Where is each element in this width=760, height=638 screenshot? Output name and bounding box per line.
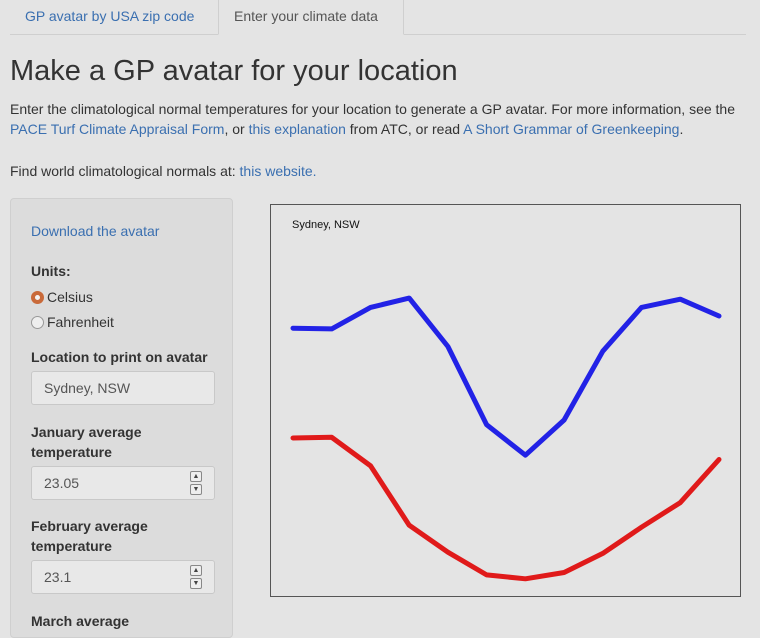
- world-normals-text: Find world climatological normals at:: [10, 163, 240, 179]
- january-stepper[interactable]: ▲ ▼: [190, 471, 202, 495]
- intro-paragraph: Enter the climatological normal temperat…: [10, 99, 750, 139]
- lower-series-line: [290, 434, 722, 582]
- avatar-plot: Sydney, NSW: [270, 204, 741, 597]
- january-temperature-value: 23.05: [44, 475, 80, 491]
- tab-bar: GP avatar by USA zip code Enter your cli…: [10, 0, 746, 35]
- page-title: Make a GP avatar for your location: [10, 55, 458, 87]
- location-input[interactable]: Sydney, NSW: [31, 371, 215, 405]
- february-stepper[interactable]: ▲ ▼: [190, 565, 202, 589]
- pace-form-link[interactable]: PACE Turf Climate Appraisal Form: [10, 121, 224, 137]
- download-avatar-link[interactable]: Download the avatar: [31, 223, 159, 239]
- world-normals-link[interactable]: this website.: [240, 163, 317, 179]
- units-option-celsius[interactable]: Celsius: [31, 288, 93, 306]
- february-temperature-input[interactable]: 23.1 ▲ ▼: [31, 560, 215, 594]
- january-label-line2: temperature: [31, 444, 112, 460]
- stepper-down-icon[interactable]: ▼: [190, 578, 202, 589]
- january-temperature-input[interactable]: 23.05 ▲ ▼: [31, 466, 215, 500]
- intro-text-3: from ATC, or read: [345, 121, 464, 137]
- units-option-label: Fahrenheit: [47, 314, 114, 330]
- tab-zip-code[interactable]: GP avatar by USA zip code: [10, 0, 217, 34]
- units-option-fahrenheit[interactable]: Fahrenheit: [31, 313, 114, 331]
- units-label: Units:: [31, 263, 71, 279]
- radio-selected-icon[interactable]: [31, 291, 44, 304]
- tab-climate-data[interactable]: Enter your climate data: [218, 0, 404, 35]
- explanation-link[interactable]: this explanation: [249, 121, 346, 137]
- radio-unselected-icon[interactable]: [31, 316, 44, 329]
- world-normals-line: Find world climatological normals at: th…: [10, 161, 317, 181]
- march-label-line1: March average: [31, 613, 130, 629]
- january-label-line1: January average: [31, 424, 142, 440]
- stepper-up-icon[interactable]: ▲: [190, 565, 202, 576]
- input-sidebar: Download the avatar Units: Celsius Fahre…: [10, 198, 233, 638]
- avatar-chart: [290, 295, 722, 582]
- intro-text-1: Enter the climatological normal temperat…: [10, 101, 735, 117]
- intro-text-2: , or: [224, 121, 249, 137]
- intro-text-4: .: [679, 121, 684, 137]
- stepper-down-icon[interactable]: ▼: [190, 484, 202, 495]
- grammar-link[interactable]: A Short Grammar of Greenkeeping: [463, 121, 679, 137]
- stepper-up-icon[interactable]: ▲: [190, 471, 202, 482]
- february-label-line1: February average: [31, 518, 148, 534]
- upper-series-line: [290, 295, 722, 458]
- units-option-label: Celsius: [47, 289, 93, 305]
- february-temperature-value: 23.1: [44, 569, 72, 585]
- location-label: Location to print on avatar: [31, 349, 208, 365]
- february-label-line2: temperature: [31, 538, 112, 554]
